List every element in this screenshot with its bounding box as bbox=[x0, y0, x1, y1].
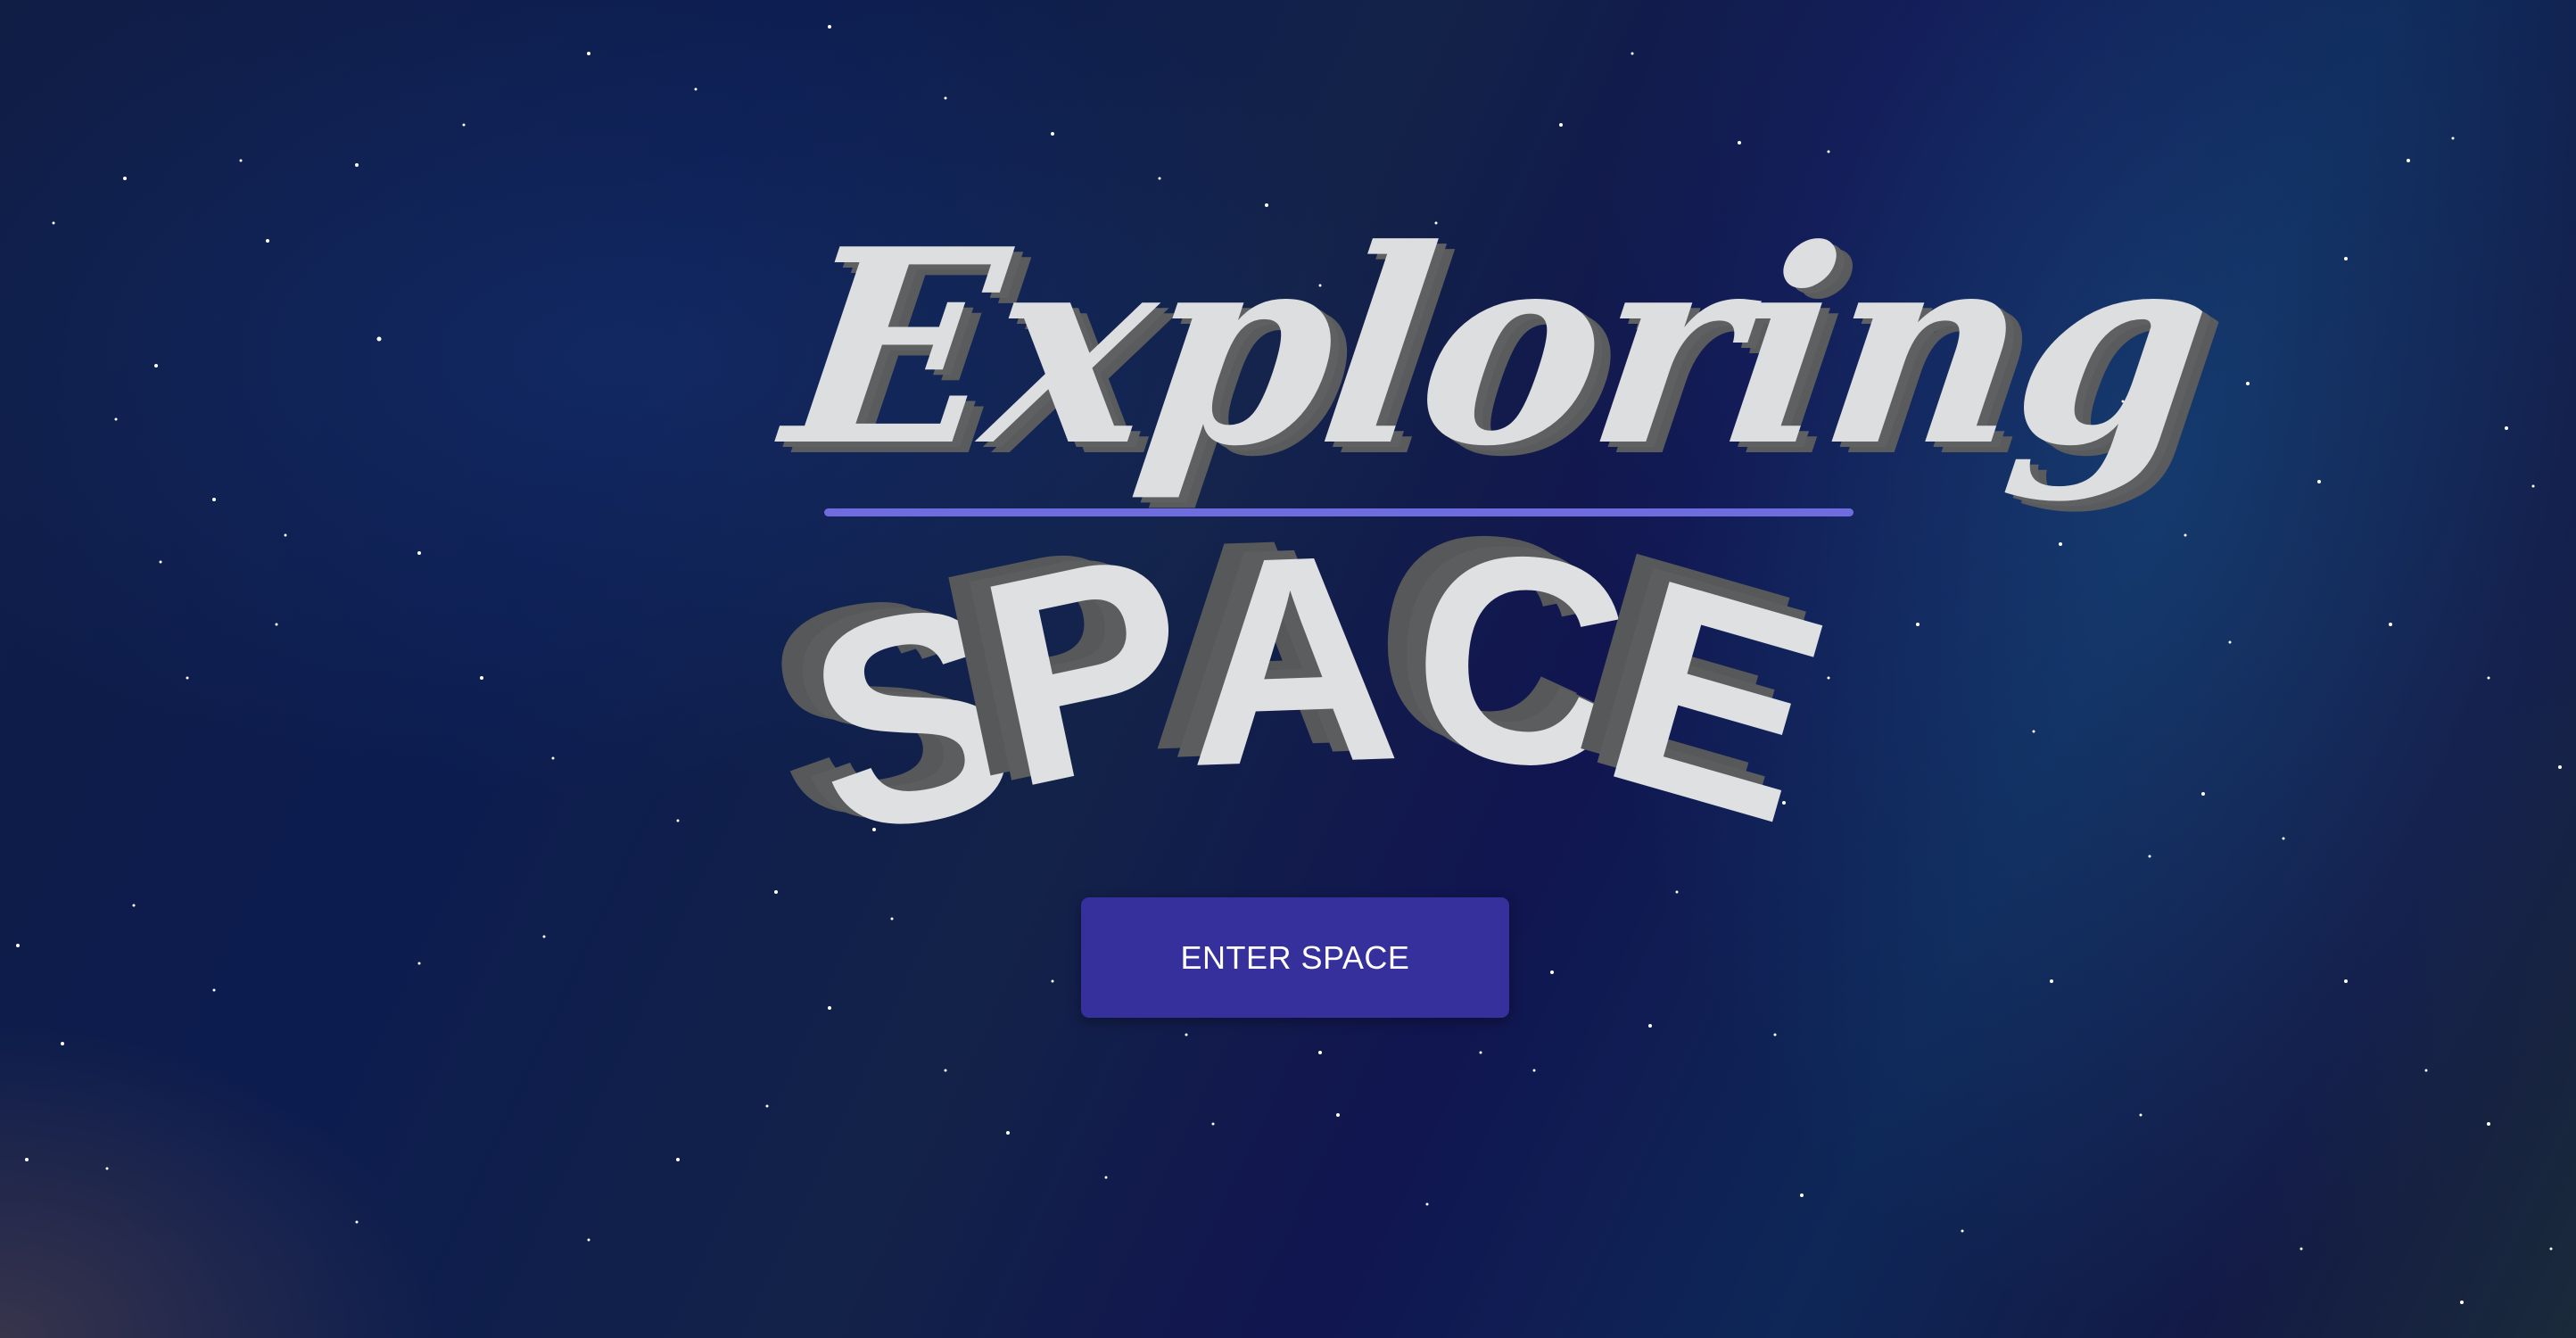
hero-title: Exploring S P A C E bbox=[0, 0, 2576, 1338]
enter-space-button[interactable]: ENTER SPACE bbox=[1081, 897, 1509, 1018]
title-letter-a: A bbox=[1180, 491, 1405, 829]
title-exploring: Exploring bbox=[772, 190, 2224, 505]
